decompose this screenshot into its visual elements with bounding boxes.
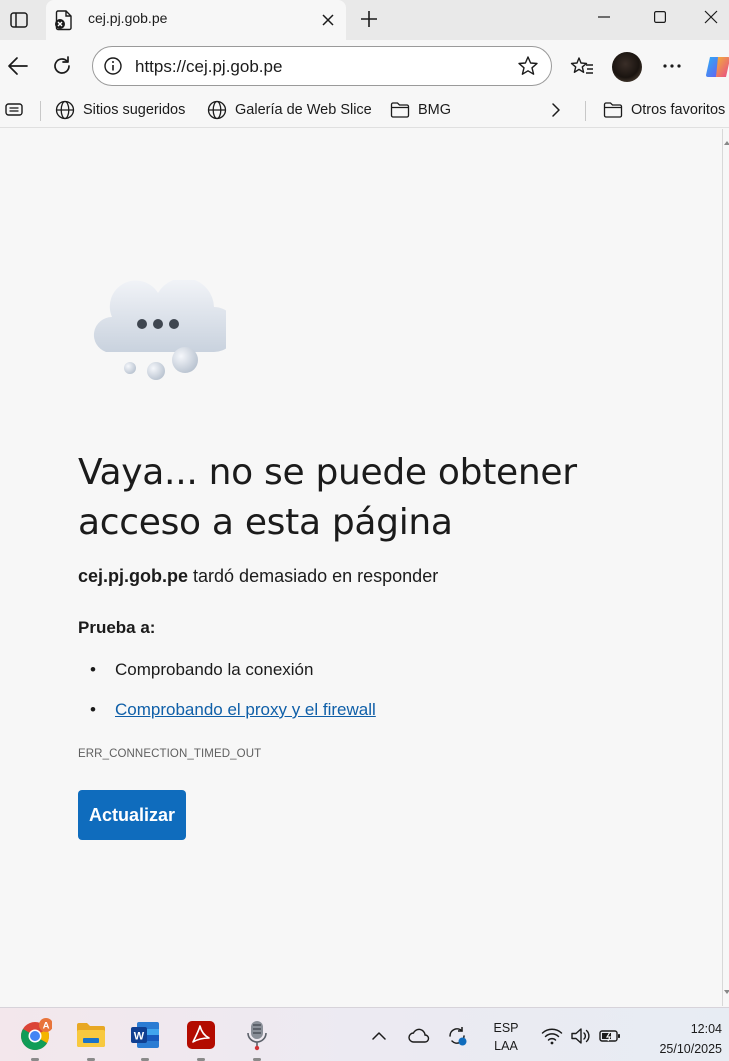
bullet: •: [90, 660, 96, 679]
page-error-icon: [54, 9, 74, 31]
acrobat-reader-icon[interactable]: [184, 1018, 218, 1052]
favorites-separator: [585, 101, 586, 121]
wifi-icon[interactable]: [541, 1025, 563, 1047]
close-window-icon[interactable]: [692, 0, 729, 34]
error-code: ERR_CONNECTION_TIMED_OUT: [78, 748, 262, 760]
chrome-icon[interactable]: A: [18, 1018, 52, 1052]
globe-icon: [207, 100, 227, 120]
proxy-firewall-link[interactable]: Comprobando el proxy y el firewall: [115, 700, 376, 719]
favorite-galeria-web-slice[interactable]: Galería de Web Slice: [207, 98, 372, 122]
volume-icon[interactable]: [570, 1025, 592, 1047]
favorites-bar: Sitios sugeridos Galería de Web Slice BM…: [0, 92, 729, 128]
input-language-indicator[interactable]: ESP LAA: [490, 1019, 522, 1055]
try-label: Prueba a:: [78, 618, 156, 637]
sync-icon[interactable]: [446, 1025, 468, 1047]
favorite-label: Galería de Web Slice: [235, 102, 372, 118]
favorite-folder-otros-favoritos[interactable]: Otros favoritos: [603, 98, 725, 122]
vertical-scrollbar[interactable]: [722, 129, 729, 1006]
language-code: ESP: [493, 1021, 519, 1035]
favorites-separator: [40, 101, 41, 121]
maximize-icon[interactable]: [636, 0, 684, 34]
word-icon[interactable]: W: [128, 1018, 162, 1052]
keyboard-layout-code: LAA: [494, 1039, 518, 1053]
windows-taskbar: A W ESP LAA 12:04 25/10/2025: [0, 1007, 729, 1061]
battery-charging-icon[interactable]: [599, 1025, 621, 1047]
favorite-label: Sitios sugeridos: [83, 102, 186, 118]
folder-icon: [603, 102, 623, 118]
error-message: cej.pj.gob.pe tardó demasiado en respond…: [78, 566, 438, 587]
chrome-profile-badge: A: [43, 1021, 50, 1032]
minimize-icon[interactable]: [580, 0, 628, 34]
favorite-label: BMG: [418, 102, 452, 118]
back-icon[interactable]: [4, 52, 32, 80]
address-bar[interactable]: https://cej.pj.gob.pe: [92, 46, 552, 86]
tab-close-icon[interactable]: [318, 10, 338, 30]
profile-avatar[interactable]: [612, 52, 642, 82]
url-text[interactable]: https://cej.pj.gob.pe: [135, 57, 282, 77]
voice-recorder-icon[interactable]: [240, 1018, 274, 1052]
suggestion-text: Comprobando la conexión: [115, 660, 314, 679]
folder-icon: [390, 102, 410, 118]
more-options-icon[interactable]: [658, 52, 686, 80]
globe-icon: [55, 100, 75, 120]
copilot-icon[interactable]: [704, 52, 729, 82]
onedrive-cloud-icon[interactable]: [408, 1025, 430, 1047]
navigation-toolbar: https://cej.pj.gob.pe: [0, 40, 729, 92]
show-hidden-icons-chevron-icon[interactable]: [368, 1025, 390, 1047]
file-explorer-icon[interactable]: [74, 1018, 108, 1052]
tab-active[interactable]: cej.pj.gob.pe: [46, 0, 346, 40]
favorite-sitios-sugeridos[interactable]: Sitios sugeridos: [55, 98, 185, 122]
favorites-overflow-chevron-icon[interactable]: [550, 98, 570, 122]
svg-text:W: W: [134, 1031, 145, 1043]
bullet: •: [90, 700, 96, 719]
cloud-illustration-icon: [90, 277, 237, 384]
tab-actions-icon[interactable]: [6, 7, 32, 33]
favorite-label: Otros favoritos: [631, 102, 726, 118]
clock-time: 12:04: [690, 1022, 722, 1036]
error-host: cej.pj.gob.pe: [78, 566, 189, 586]
reload-button[interactable]: Actualizar: [78, 790, 186, 840]
error-heading: Vaya... no se puede obtener acceso a est…: [78, 452, 577, 543]
refresh-icon[interactable]: [48, 52, 76, 80]
error-message-text: tardó demasiado en responder: [193, 566, 439, 586]
favorite-folder-bmg[interactable]: BMG: [390, 98, 451, 122]
collections-icon[interactable]: [5, 98, 33, 122]
new-tab-icon[interactable]: [356, 6, 382, 32]
scroll-up-arrow-icon[interactable]: [724, 141, 729, 145]
tab-title: cej.pj.gob.pe: [88, 10, 168, 26]
add-favorite-star-icon[interactable]: [517, 55, 539, 77]
favorites-icon[interactable]: [568, 52, 596, 80]
clock-date: 25/10/2025: [659, 1042, 722, 1056]
suggestion-item: • Comprobando el proxy y el firewall: [90, 700, 376, 720]
site-info-icon[interactable]: [103, 56, 123, 76]
title-bar: cej.pj.gob.pe: [0, 0, 729, 40]
suggestion-item: • Comprobando la conexión: [90, 660, 313, 680]
system-clock[interactable]: 12:04 25/10/2025: [636, 1019, 722, 1059]
scroll-down-arrow-icon[interactable]: [724, 990, 729, 994]
